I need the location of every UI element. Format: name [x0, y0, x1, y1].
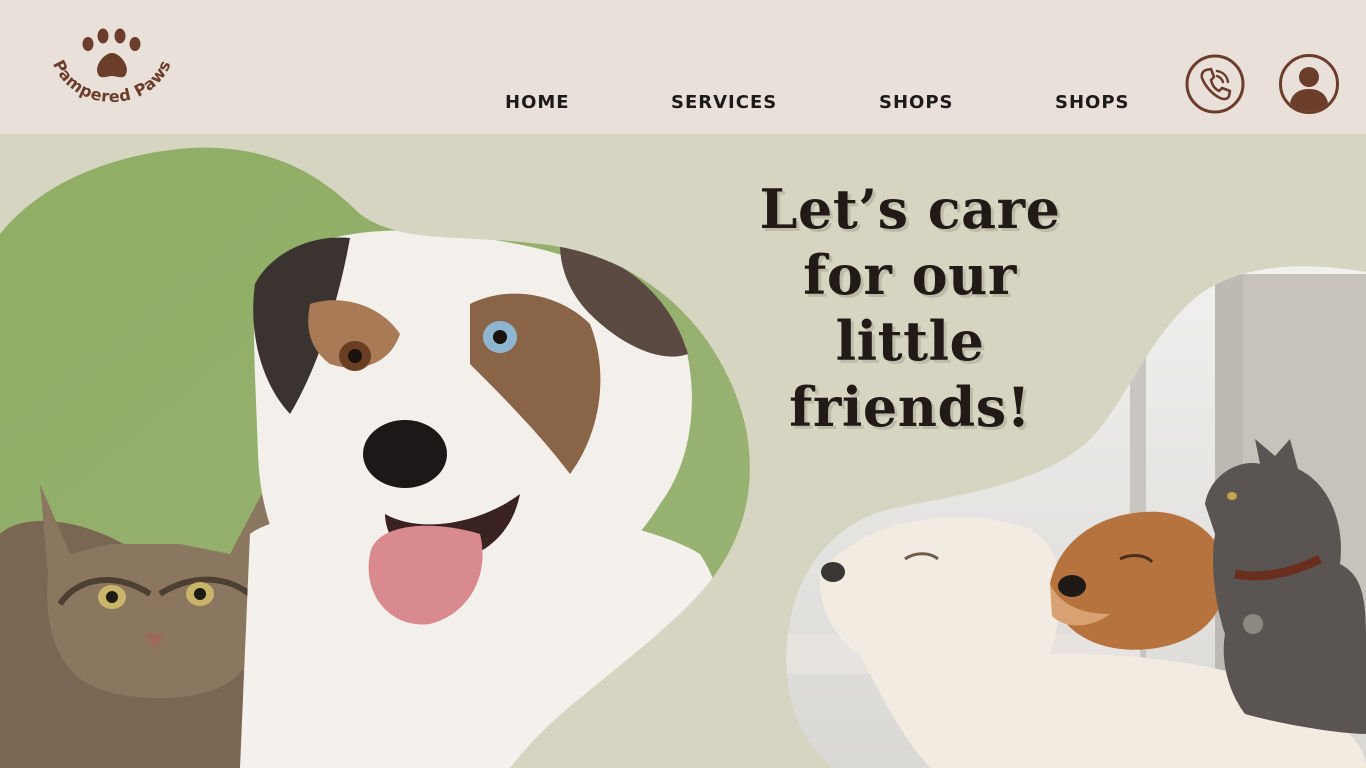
logo[interactable]: Pampered Paws [42, 26, 182, 122]
hero-section: Let’s care for our little friends! [0, 134, 1366, 768]
hero-images [0, 147, 1366, 768]
account-button[interactable] [1278, 53, 1340, 115]
paw-logo-icon: Pampered Paws [49, 28, 174, 106]
nav-services[interactable]: SERVICES [671, 92, 777, 113]
nav-shops[interactable]: SHOPS [879, 92, 954, 113]
hero-headline: Let’s care for our little friends! [730, 176, 1090, 440]
headline-line-1: Let’s care [759, 177, 1061, 241]
nav-home[interactable]: HOME [505, 92, 570, 113]
nav-shops-2[interactable]: SHOPS [1055, 92, 1130, 113]
header: Pampered Paws HOME SERVICES SHOPS SHOPS [0, 0, 1366, 134]
phone-icon [1185, 54, 1245, 114]
phone-button[interactable] [1184, 53, 1246, 115]
cat-and-dog-photo [0, 147, 750, 768]
headline-line-3: friends! [789, 375, 1031, 439]
headline-line-2: for our little [803, 243, 1017, 373]
user-icon [1279, 54, 1339, 114]
